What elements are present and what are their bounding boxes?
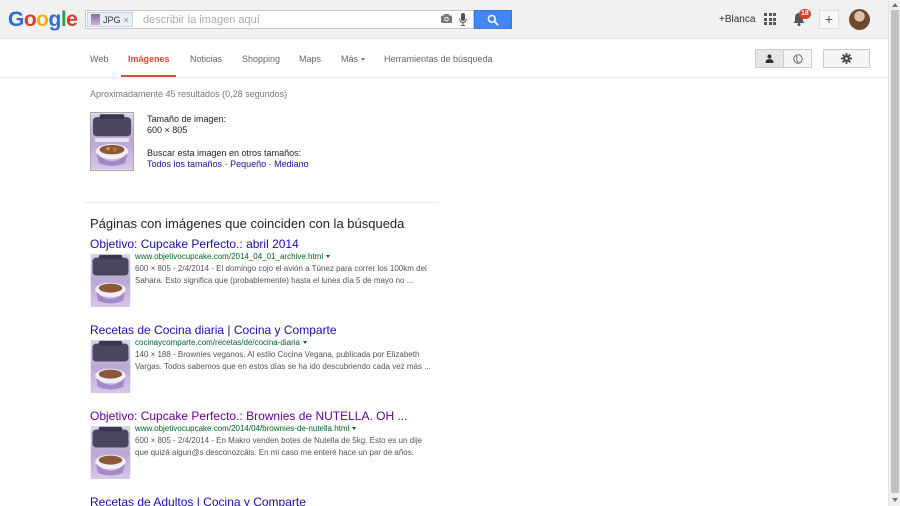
result-item: Recetas de Cocina diaria | Cocina y Comp… bbox=[90, 323, 435, 393]
camera-icon[interactable] bbox=[441, 14, 452, 23]
link-separator: - bbox=[268, 159, 272, 169]
result-title-link[interactable]: Recetas de Cocina diaria | Cocina y Comp… bbox=[90, 323, 435, 337]
tab-maps[interactable]: Maps bbox=[299, 54, 321, 64]
global-results-button[interactable] bbox=[783, 49, 812, 68]
result-snippet: 140 × 188 - Brownies veganos. Al estilo … bbox=[135, 350, 431, 371]
all-sizes-link[interactable]: Todos los tamaños bbox=[147, 159, 222, 169]
result-title-link[interactable]: Recetas de Adultos | Cocina y Comparte bbox=[90, 495, 435, 506]
result-thumbnail[interactable] bbox=[90, 426, 131, 479]
tab-web[interactable]: Web bbox=[90, 54, 108, 64]
tab-shopping[interactable]: Shopping bbox=[242, 54, 280, 64]
medium-size-link[interactable]: Mediano bbox=[274, 159, 309, 169]
google-logo[interactable]: Google bbox=[8, 8, 78, 32]
result-thumbnail[interactable] bbox=[90, 254, 131, 307]
chevron-down-icon[interactable] bbox=[352, 427, 357, 431]
share-button[interactable]: + bbox=[819, 10, 839, 29]
active-tab-indicator bbox=[121, 75, 176, 77]
result-stats: Aproximadamente 45 resultados (0,28 segu… bbox=[90, 89, 288, 99]
result-url-text: www.objetivocupcake.com/2014_04_01_archi… bbox=[135, 252, 324, 261]
tab-more[interactable]: Más bbox=[341, 54, 366, 64]
notification-badge[interactable]: 18 bbox=[799, 9, 811, 19]
top-bar: Google JPG × +Blanca bbox=[0, 0, 888, 39]
image-size-value: 600 × 805 bbox=[147, 125, 188, 135]
chip-remove-icon[interactable]: × bbox=[124, 15, 129, 25]
scroll-up-icon[interactable] bbox=[892, 3, 898, 7]
tab-search-tools[interactable]: Herramientas de búsqueda bbox=[384, 54, 493, 64]
image-size-label: Tamaño de imagen: bbox=[147, 114, 227, 124]
section-title: Páginas con imágenes que coinciden con l… bbox=[90, 216, 405, 231]
tab-images[interactable]: Imágenes bbox=[128, 54, 170, 64]
chevron-down-icon[interactable] bbox=[302, 341, 307, 345]
avatar[interactable] bbox=[849, 9, 870, 30]
small-size-link[interactable]: Pequeño bbox=[230, 159, 266, 169]
result-title-link[interactable]: Objetivo: Cupcake Perfecto.: Brownies de… bbox=[90, 409, 435, 423]
link-separator: - bbox=[224, 159, 228, 169]
image-query-chip[interactable]: JPG × bbox=[87, 12, 133, 27]
apps-icon[interactable] bbox=[764, 13, 776, 25]
tab-more-label: Más bbox=[341, 54, 359, 64]
other-sizes-label: Buscar esta imagen en otros tamaños: bbox=[147, 148, 302, 158]
scroll-down-icon[interactable] bbox=[892, 498, 898, 502]
globe-icon bbox=[792, 53, 803, 64]
search-button[interactable] bbox=[474, 10, 512, 29]
result-url-text: www.objetivocupcake.com/2014/04/brownies… bbox=[135, 424, 350, 433]
result-item: Objetivo: Cupcake Perfecto.: Brownies de… bbox=[90, 409, 435, 479]
query-image[interactable] bbox=[90, 112, 134, 171]
result-url[interactable]: www.objetivocupcake.com/2014_04_01_archi… bbox=[135, 252, 435, 261]
person-icon bbox=[765, 54, 774, 63]
result-snippet: 600 × 805 - 2/4/2014 - El domingo cojo e… bbox=[135, 264, 427, 285]
chevron-down-icon bbox=[361, 58, 366, 62]
search-nav: Web Imágenes Noticias Shopping Maps Más … bbox=[0, 40, 888, 78]
result-url[interactable]: cocinaycomparte.com/recetas/de/cocina-di… bbox=[135, 338, 435, 347]
result-snippet: 600 × 805 - 2/4/2014 - En Makro venden b… bbox=[135, 436, 423, 457]
settings-button[interactable] bbox=[823, 49, 870, 68]
personal-results-button[interactable] bbox=[755, 49, 784, 68]
search-icon bbox=[487, 14, 499, 26]
tab-news[interactable]: Noticias bbox=[190, 54, 222, 64]
result-thumbnail[interactable] bbox=[90, 340, 131, 393]
scrollbar-thumb[interactable] bbox=[891, 10, 899, 493]
chip-label: JPG bbox=[103, 14, 121, 25]
result-item: Objetivo: Cupcake Perfecto.: abril 2014 … bbox=[90, 237, 435, 307]
mic-icon[interactable] bbox=[459, 13, 467, 26]
user-profile-link[interactable]: +Blanca bbox=[719, 14, 755, 25]
search-box[interactable]: JPG × bbox=[85, 10, 474, 29]
page-scrollbar[interactable] bbox=[888, 0, 900, 506]
result-item: Recetas de Adultos | Cocina y Comparte bbox=[90, 495, 435, 506]
result-url-text: cocinaycomparte.com/recetas/de/cocina-di… bbox=[135, 338, 300, 347]
query-image-thumbnail bbox=[91, 14, 100, 25]
gear-icon bbox=[841, 53, 852, 64]
chevron-down-icon[interactable] bbox=[326, 255, 331, 259]
result-title-link[interactable]: Objetivo: Cupcake Perfecto.: abril 2014 bbox=[90, 237, 435, 251]
search-input[interactable] bbox=[143, 13, 433, 27]
section-divider bbox=[84, 202, 438, 203]
result-url[interactable]: www.objetivocupcake.com/2014/04/brownies… bbox=[135, 424, 435, 433]
size-links: Todos los tamaños - Pequeño - Mediano bbox=[147, 159, 309, 169]
